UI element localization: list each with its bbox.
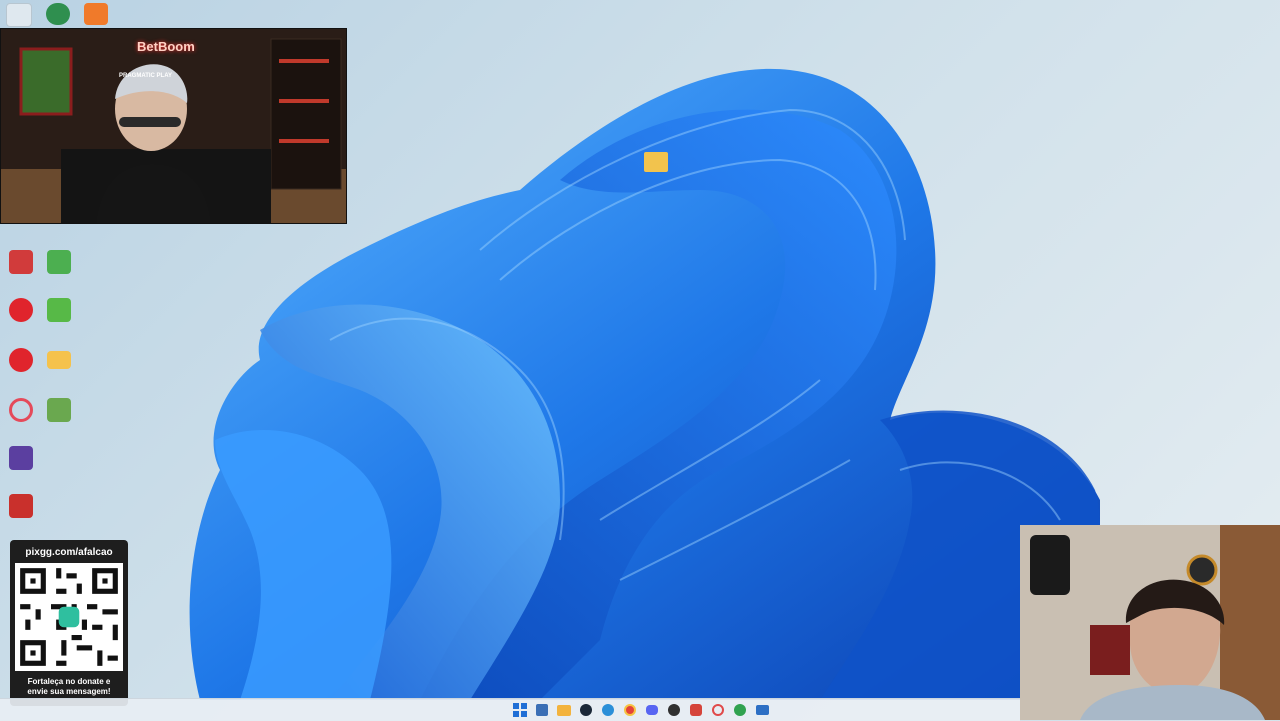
taskbar-opera[interactable]: [710, 702, 726, 718]
taskbar-app[interactable]: [688, 702, 704, 718]
riot-client-2-icon: [9, 348, 33, 372]
taskbar-file-explorer[interactable]: [556, 702, 572, 718]
webcam-bottom-scene: [1020, 525, 1280, 720]
streaming-app-icon[interactable]: [46, 3, 70, 25]
search-icon: [536, 704, 548, 716]
riot-client-icon: [9, 298, 33, 322]
desktop-folder-label: [636, 176, 676, 182]
desktop-shortcut-riot-client-2[interactable]: [4, 348, 38, 374]
donation-qr-panel: pixgg.com/afalcao Fortaleça no donate e …: [10, 540, 128, 706]
taskbar: [0, 698, 1020, 721]
bluestacks-icon: [47, 250, 71, 274]
taskbar-steam[interactable]: [578, 702, 594, 718]
taskbar-search-button[interactable]: [534, 702, 550, 718]
brand-text: BetBoom: [137, 39, 195, 54]
folder-icon[interactable]: [644, 152, 668, 172]
file-explorer-icon: [557, 704, 571, 716]
app-green-icon: [47, 298, 71, 322]
brand-a-icon[interactable]: [84, 3, 108, 25]
taskbar-monitor[interactable]: [754, 702, 770, 718]
obs-icon: [668, 704, 680, 716]
taskbar-edge[interactable]: [600, 702, 616, 718]
donation-message-line2: envie sua mensagem!: [27, 687, 111, 696]
desktop-shortcut-red-app[interactable]: [4, 494, 38, 520]
chrome-icon: [624, 704, 636, 716]
top-desktop-icons: [6, 3, 108, 27]
taskbar-chrome-2[interactable]: [732, 702, 748, 718]
donation-url: pixgg.com/afalcao: [25, 547, 113, 558]
start-icon: [513, 703, 527, 717]
opera-icon: [712, 704, 724, 716]
desktop-shortcut-folder[interactable]: [42, 348, 76, 371]
desktop-shortcut-green-app[interactable]: [42, 298, 76, 324]
desktop-shortcut-opera-gx[interactable]: [4, 398, 38, 424]
folder-icon: [47, 351, 71, 369]
qr-code-graphic: [15, 563, 123, 671]
valorant-icon: [9, 250, 33, 274]
taskbar-icons: [512, 702, 770, 718]
taskbar-chrome[interactable]: [622, 702, 638, 718]
sponsor-text: PRAGMATIC PLAY: [119, 73, 173, 79]
desktop-shortcut-purple-app[interactable]: [4, 446, 38, 472]
app-red-icon: [9, 494, 33, 518]
desktop-shortcut-bluestacks[interactable]: [42, 250, 76, 276]
monitor-icon: [755, 705, 769, 715]
edge-icon: [602, 704, 614, 716]
start-button[interactable]: [512, 702, 528, 718]
desktop-shortcut-riot-client[interactable]: [4, 298, 38, 324]
desktop-shortcut-map-app[interactable]: [42, 398, 76, 424]
taskbar-obs[interactable]: [666, 702, 682, 718]
opera-gx-icon: [9, 398, 33, 422]
app-icon: [690, 704, 702, 716]
app-purple-icon: [9, 446, 33, 470]
discord-icon: [646, 705, 658, 715]
qr-code: [15, 563, 123, 671]
donation-message-line1: Fortaleça no donate e: [27, 677, 111, 686]
app-map-icon: [47, 398, 71, 422]
webcam-overlay-bottom: [1020, 525, 1280, 720]
taskbar-discord[interactable]: [644, 702, 660, 718]
recycle-bin-icon[interactable]: [6, 3, 32, 27]
webcam-top-scene: [1, 29, 346, 223]
webcam-overlay-top: BetBoom PRAGMATIC PLAY: [0, 28, 347, 224]
chrome-2-icon: [734, 704, 746, 716]
steam-icon: [580, 704, 592, 716]
donation-message: Fortaleça no donate e envie sua mensagem…: [10, 677, 128, 697]
desktop-shortcut-valorant[interactable]: [4, 250, 38, 276]
